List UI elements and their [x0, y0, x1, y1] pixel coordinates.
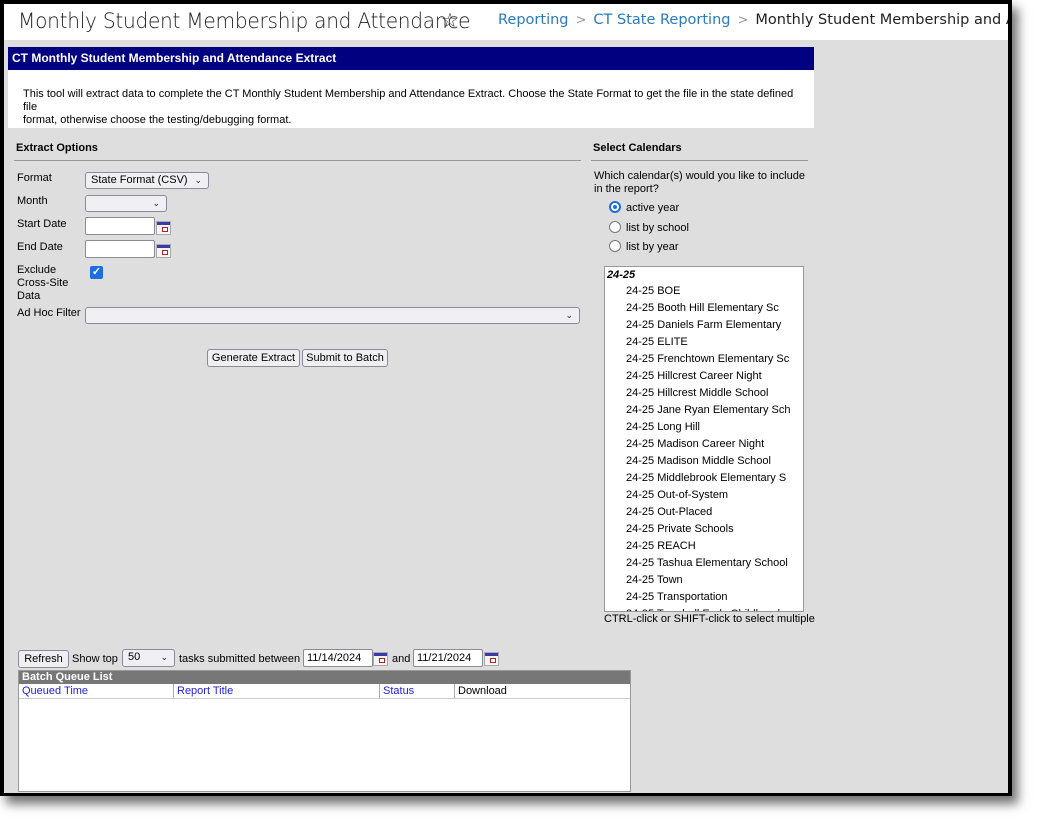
app-content: Monthly Student Membership and Attendanc… — [4, 4, 1008, 793]
extract-options-title: Extract Options — [16, 142, 98, 154]
radio-list-by-year-label[interactable]: list by year — [626, 241, 679, 253]
calendar-option[interactable]: 24-25 Hillcrest Middle School — [605, 385, 803, 402]
exclude-label-line-1: Exclude — [17, 264, 57, 276]
calendar-option[interactable]: 24-25 Madison Career Night — [605, 436, 803, 453]
calendar-option[interactable]: 24-25 Frenchtown Elementary Sc — [605, 351, 803, 368]
chevron-down-icon: ⌄ — [194, 175, 202, 185]
radio-active-year-label[interactable]: active year — [626, 202, 679, 214]
tasks-between-label: tasks submitted between — [179, 653, 301, 665]
calendar-option[interactable]: 24-25 Booth Hill Elementary Sc — [605, 300, 803, 317]
calendar-question-line-1: Which calendar(s) would you like to incl… — [594, 170, 805, 182]
batch-start-calendar-icon[interactable] — [373, 652, 388, 666]
exclude-cross-site-label: Exclude Cross-Site Data — [17, 264, 68, 303]
exclude-label-line-3: Data — [17, 290, 41, 302]
and-label: and — [392, 653, 411, 665]
radio-active-year[interactable] — [609, 201, 621, 213]
chevron-right-icon: > — [575, 13, 587, 28]
page-title: Monthly Student Membership and Attendanc… — [18, 9, 471, 33]
calendar-option[interactable]: 24-25 Out-of-System — [605, 487, 803, 504]
chevron-down-icon: ⌄ — [152, 198, 160, 208]
radio-list-by-school-label[interactable]: list by school — [626, 222, 689, 234]
submit-to-batch-button[interactable]: Submit to Batch — [302, 349, 388, 367]
panel-title: CT Monthly Student Membership and Attend… — [8, 47, 814, 70]
calendar-question: Which calendar(s) would you like to incl… — [594, 170, 805, 196]
start-date-calendar-icon[interactable] — [156, 221, 171, 235]
exclude-label-line-2: Cross-Site — [17, 277, 69, 289]
calendar-question-line-2: in the report? — [594, 183, 659, 195]
show-top-select[interactable]: 50 ⌄ — [122, 649, 175, 667]
breadcrumb-ct-state-reporting[interactable]: CT State Reporting — [593, 12, 730, 28]
calendar-listbox[interactable]: 24-25 24-25 BOE 24-25 Booth Hill Elementa… — [604, 266, 804, 612]
batch-start-date-input[interactable]: 11/14/2024 — [303, 649, 373, 667]
calendar-option[interactable]: 24-25 BOE — [605, 283, 803, 300]
page-header: Monthly Student Membership and Attendanc… — [4, 4, 1008, 40]
batch-queue-header: Queued Time Report Title Status Download — [19, 684, 630, 699]
batch-queue-table: Batch Queue List Queued Time Report Titl… — [18, 670, 631, 792]
calendar-option[interactable]: 24-25 Tashua Elementary School — [605, 555, 803, 572]
adhoc-filter-label: Ad Hoc Filter — [17, 307, 81, 319]
radio-list-by-school[interactable] — [609, 221, 621, 233]
column-download: Download — [458, 685, 507, 697]
format-label: Format — [17, 172, 52, 184]
format-select-value: State Format (CSV) — [91, 174, 188, 186]
batch-end-date-input[interactable]: 11/21/2024 — [413, 649, 483, 667]
multi-select-hint: CTRL-click or SHIFT-click to select mult… — [604, 613, 815, 625]
panel-description: This tool will extract data to complete … — [8, 70, 814, 128]
breadcrumb-reporting[interactable]: Reporting — [498, 12, 569, 28]
calendar-option[interactable]: 24-25 Hillcrest Career Night — [605, 368, 803, 385]
calendar-option[interactable]: 24-25 Jane Ryan Elementary Sch — [605, 402, 803, 419]
chevron-down-icon: ⌄ — [565, 310, 573, 320]
batch-queue-title: Batch Queue List — [19, 671, 630, 684]
column-report-title[interactable]: Report Title — [174, 684, 380, 698]
end-date-label: End Date — [17, 241, 63, 253]
month-select[interactable]: ⌄ — [85, 195, 167, 212]
radio-list-by-year[interactable] — [609, 240, 621, 252]
calendar-option[interactable]: 24-25 Middlebrook Elementary S — [605, 470, 803, 487]
calendar-option[interactable]: 24-25 Out-Placed — [605, 504, 803, 521]
end-date-calendar-icon[interactable] — [156, 244, 171, 258]
extract-options-divider — [14, 160, 581, 161]
batch-end-calendar-icon[interactable] — [484, 652, 499, 666]
calendar-option[interactable]: 24-25 Long Hill — [605, 419, 803, 436]
format-select[interactable]: State Format (CSV) ⌄ — [85, 172, 209, 189]
breadcrumb-current: Monthly Student Membership and Attendanc… — [755, 12, 1008, 28]
refresh-button[interactable]: Refresh — [18, 650, 69, 668]
column-queued-time[interactable]: Queued Time — [19, 684, 174, 698]
column-status[interactable]: Status — [380, 684, 455, 698]
end-date-input[interactable] — [85, 240, 155, 258]
select-calendars-divider — [591, 160, 808, 161]
calendar-option[interactable]: 24-25 Town — [605, 572, 803, 589]
show-top-value: 50 — [128, 651, 141, 663]
checkmark-icon: ✓ — [91, 266, 102, 278]
window-frame: Monthly Student Membership and Attendanc… — [0, 0, 1012, 796]
chevron-down-icon: ⌄ — [160, 652, 168, 662]
show-top-label: Show top — [72, 653, 118, 665]
calendar-group-label: 24-25 — [607, 269, 636, 281]
start-date-input[interactable] — [85, 217, 155, 235]
generate-extract-button[interactable]: Generate Extract — [207, 349, 300, 367]
calendar-option[interactable]: 24-25 Madison Middle School — [605, 453, 803, 470]
description-line-1: This tool will extract data to complete … — [23, 88, 794, 113]
calendar-option[interactable]: 24-25 Private Schools — [605, 521, 803, 538]
calendar-option[interactable]: 24-25 ELITE — [605, 334, 803, 351]
month-label: Month — [17, 195, 48, 207]
calendar-option[interactable]: 24-25 Transportation — [605, 589, 803, 606]
adhoc-filter-select[interactable]: ⌄ — [85, 307, 580, 324]
description-line-2: format, otherwise choose the testing/deb… — [23, 114, 292, 126]
select-calendars-title: Select Calendars — [593, 142, 682, 154]
chevron-right-icon: > — [737, 13, 749, 28]
calendar-option[interactable]: 24-25 Daniels Farm Elementary — [605, 317, 803, 334]
star-outline-icon[interactable]: ☆ — [441, 8, 459, 33]
breadcrumb: Reporting > CT State Reporting > Monthly Stu… — [498, 12, 1008, 28]
calendar-option[interactable]: 24-25 Trumbull Early Childhood — [605, 606, 803, 611]
exclude-cross-site-checkbox[interactable]: ✓ — [90, 266, 103, 279]
start-date-label: Start Date — [17, 218, 67, 230]
calendar-option[interactable]: 24-25 REACH — [605, 538, 803, 555]
